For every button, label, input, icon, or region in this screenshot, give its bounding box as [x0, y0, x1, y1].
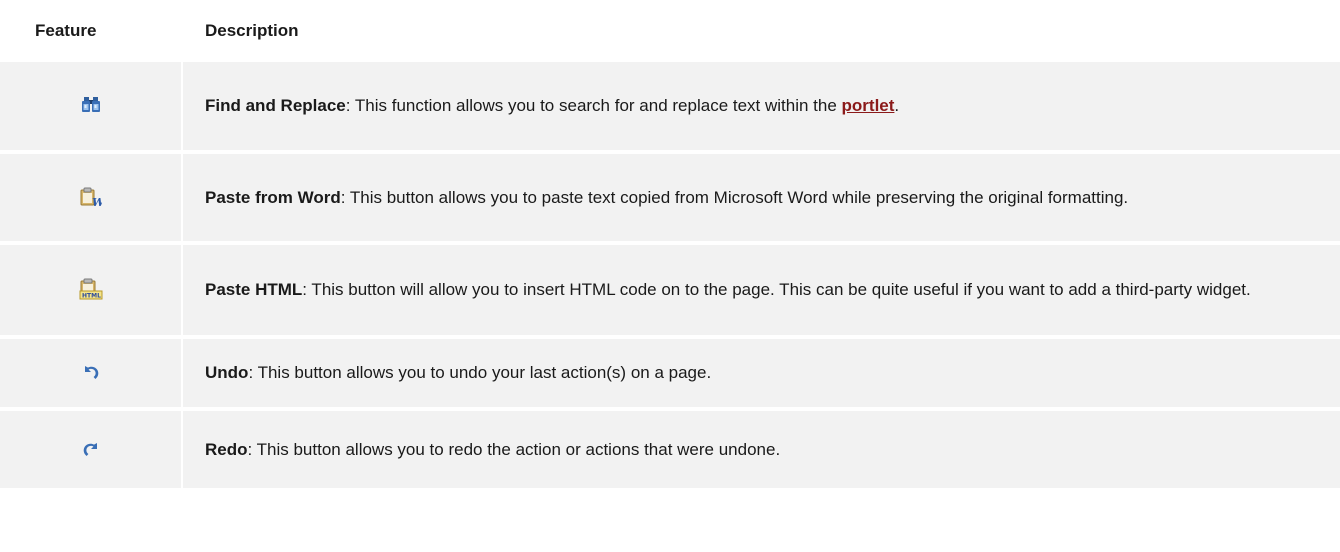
- feature-title: Undo: [205, 363, 249, 382]
- feature-text-end: .: [894, 96, 900, 115]
- feature-title: Paste from Word: [205, 187, 341, 207]
- svg-text:W: W: [92, 196, 102, 207]
- feature-title: Paste HTML: [205, 280, 303, 299]
- paste-html-icon[interactable]: HTML: [79, 278, 103, 300]
- header-feature: Feature: [35, 21, 97, 40]
- table-row: W Paste from Word: This button allows yo…: [0, 154, 1340, 245]
- table-row: HTML Paste HTML: This button will allow …: [0, 245, 1340, 339]
- feature-description: Find and Replace: This function allows y…: [183, 62, 1340, 150]
- table-row: Find and Replace: This function allows y…: [0, 62, 1340, 154]
- table-header: Feature Description: [0, 0, 1340, 62]
- undo-icon[interactable]: [82, 364, 100, 380]
- feature-title: Find and Replace: [205, 96, 346, 115]
- feature-text: : This button allows you to undo your la…: [248, 363, 712, 382]
- feature-description: Paste HTML: This button will allow you t…: [183, 245, 1340, 335]
- header-description: Description: [205, 21, 299, 40]
- portlet-link[interactable]: portlet: [842, 96, 895, 115]
- feature-description: Undo: This button allows you to undo you…: [183, 339, 1340, 407]
- feature-description: Redo: This button allows you to redo the…: [183, 411, 1340, 488]
- redo-icon[interactable]: [82, 441, 100, 457]
- feature-table: Feature Description Find and Replace: Th…: [0, 0, 1340, 488]
- feature-text: : This button will allow you to insert H…: [302, 280, 1251, 299]
- feature-icon-cell: [0, 339, 183, 407]
- feature-description: Paste from Word: This button allows you …: [183, 154, 1340, 241]
- table-row: Undo: This button allows you to undo you…: [0, 339, 1340, 411]
- feature-icon-cell: HTML: [0, 245, 183, 335]
- paste-word-icon[interactable]: W: [80, 187, 102, 207]
- binoculars-icon[interactable]: [81, 96, 101, 114]
- feature-text: : This function allows you to search for…: [345, 96, 842, 115]
- feature-title: Redo: [205, 439, 248, 459]
- table-row: Redo: This button allows you to redo the…: [0, 411, 1340, 488]
- feature-text: : This button allows you to paste text c…: [340, 187, 1129, 207]
- svg-text:HTML: HTML: [82, 293, 101, 300]
- feature-icon-cell: W: [0, 154, 183, 241]
- feature-text: : This button allows you to redo the act…: [247, 439, 781, 459]
- feature-icon-cell: [0, 411, 183, 488]
- feature-icon-cell: [0, 62, 183, 150]
